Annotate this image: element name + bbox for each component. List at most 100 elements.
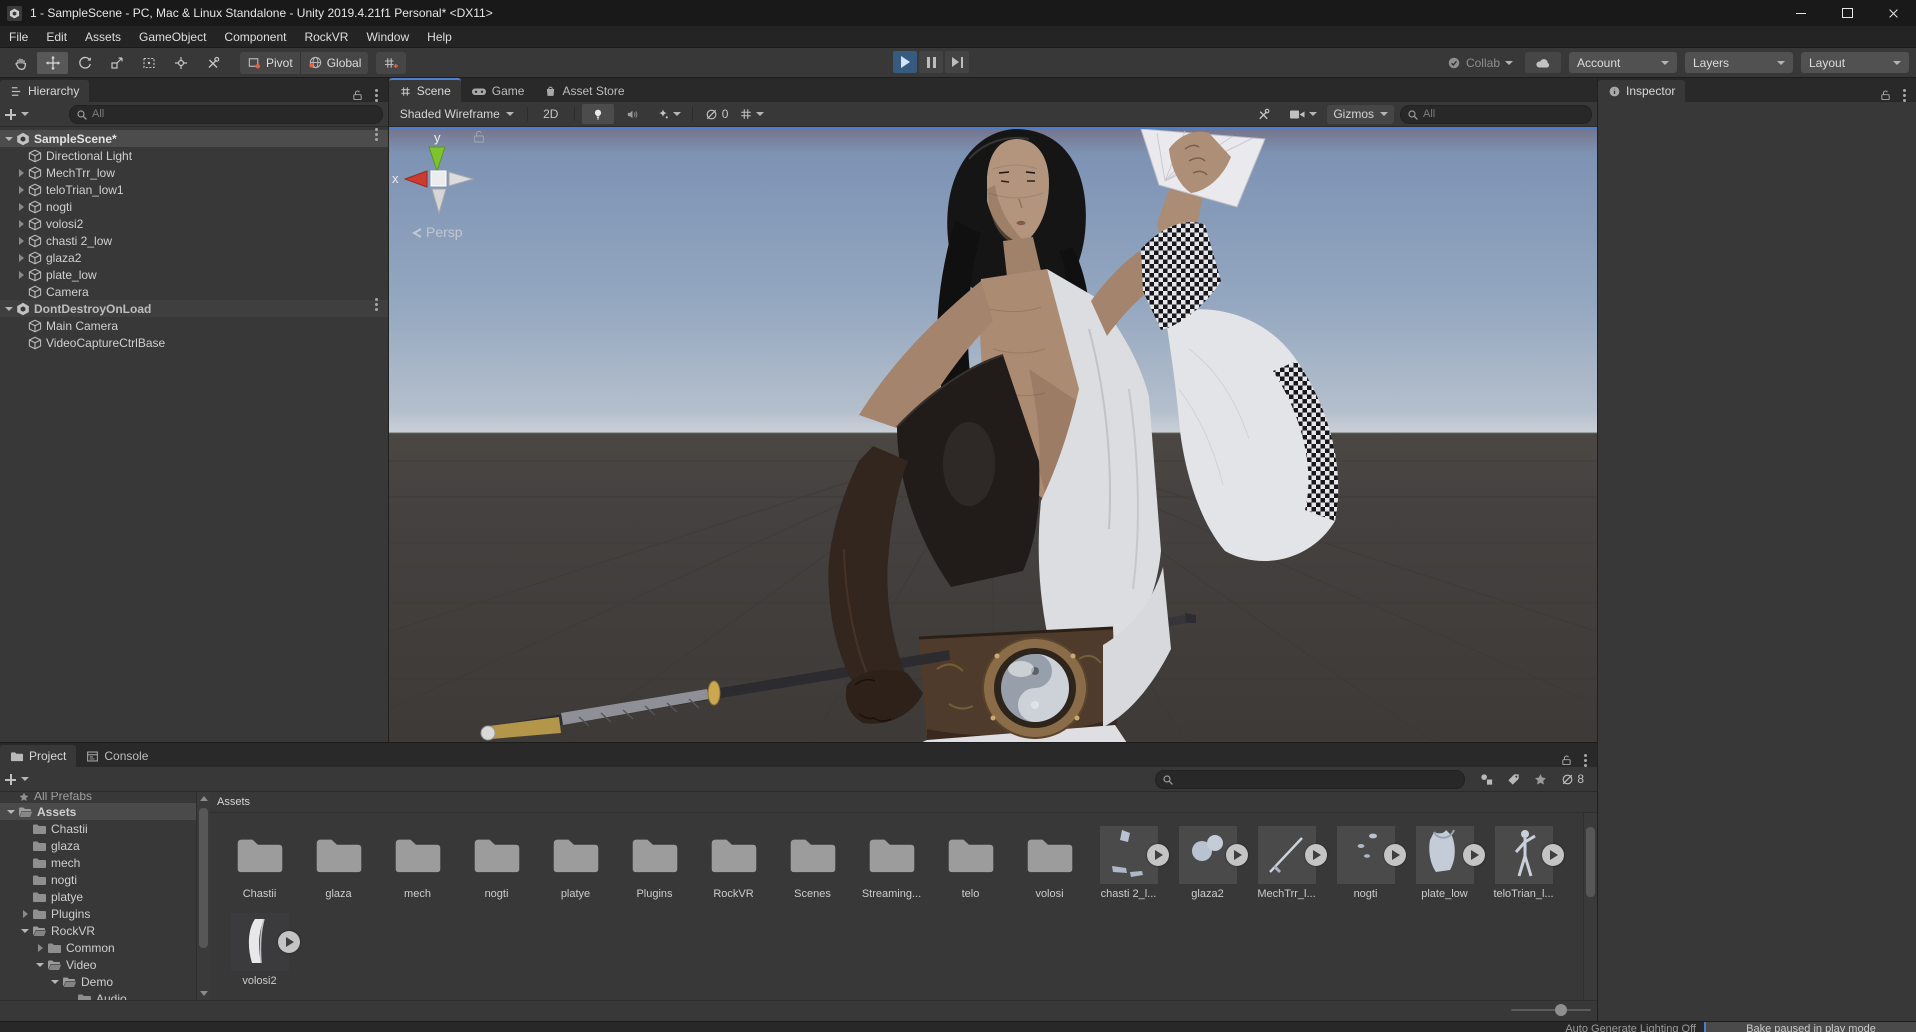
effects-dropdown[interactable] (652, 104, 685, 124)
hierarchy-item[interactable]: Main Camera (0, 317, 388, 334)
play-badge-icon[interactable] (1225, 844, 1248, 866)
menu-gameobject[interactable]: GameObject (130, 30, 215, 44)
account-dropdown[interactable]: Account (1569, 52, 1677, 73)
kebab-menu-icon[interactable] (374, 303, 378, 306)
asset-item-prefab[interactable]: chasti 2_l... (1089, 826, 1169, 900)
step-button[interactable] (945, 51, 969, 73)
kebab-menu-icon[interactable] (1903, 94, 1906, 97)
hierarchy-item-dontdestroyonload[interactable]: DontDestroyOnLoad (0, 300, 388, 317)
layers-dropdown[interactable]: Layers (1685, 52, 1793, 73)
tree-item[interactable]: platye (0, 888, 196, 905)
tree-item[interactable]: RockVR (0, 922, 196, 939)
asset-item-prefab[interactable]: glaza2 (1168, 826, 1248, 900)
kebab-menu-icon[interactable] (1584, 759, 1587, 762)
gizmos-dropdown[interactable]: Gizmos (1327, 104, 1394, 124)
tree-item[interactable]: glaza (0, 837, 196, 854)
gizmo-y-label[interactable]: y (434, 130, 441, 145)
scene-visibility-toggle[interactable]: 0 (700, 104, 733, 124)
tab-console[interactable]: Console (76, 745, 158, 767)
maximize-button[interactable] (1824, 0, 1870, 26)
caret-right-icon[interactable] (37, 943, 43, 952)
gizmo-x-label[interactable]: x (392, 171, 399, 186)
hierarchy-item[interactable]: Camera (0, 283, 388, 300)
scene-viewport[interactable]: y x Persp (388, 127, 1597, 742)
favorites-item[interactable]: All Prefabs (0, 792, 196, 803)
tree-item[interactable]: Audio (0, 990, 196, 1000)
projection-label[interactable]: Persp (426, 224, 463, 240)
play-badge-icon[interactable] (277, 931, 300, 953)
asset-item-prefab[interactable]: MechTrr_l... (1247, 826, 1327, 900)
menu-rockvr[interactable]: RockVR (295, 30, 357, 44)
caret-right-icon[interactable] (18, 270, 24, 279)
lock-icon[interactable] (1560, 754, 1573, 767)
layout-dropdown[interactable]: Layout (1801, 52, 1909, 73)
scroll-up-icon[interactable] (200, 796, 208, 801)
asset-item-folder[interactable]: mech (378, 826, 457, 900)
tree-item[interactable]: Chastii (0, 820, 196, 837)
cloud-button[interactable] (1525, 52, 1561, 73)
close-button[interactable] (1870, 0, 1916, 26)
menu-assets[interactable]: Assets (76, 30, 130, 44)
asset-item-folder[interactable]: glaza (299, 826, 378, 900)
caret-right-icon[interactable] (18, 236, 24, 245)
caret-down-icon[interactable] (36, 962, 44, 967)
tree-item[interactable]: Demo (0, 973, 196, 990)
project-search[interactable] (1155, 769, 1466, 789)
kebab-menu-icon[interactable] (374, 94, 378, 97)
search-by-type-icon[interactable] (1479, 772, 1494, 787)
global-toggle[interactable]: Global (299, 51, 369, 74)
orientation-gizmo[interactable]: y x Persp (389, 129, 489, 241)
hierarchy-item[interactable]: volosi2 (0, 215, 388, 232)
asset-item-folder[interactable]: Plugins (615, 826, 694, 900)
add-object-button[interactable] (5, 108, 29, 120)
camera-tools-button[interactable] (1247, 104, 1279, 124)
hierarchy-item[interactable]: VideoCaptureCtrlBase (0, 334, 388, 351)
minimize-button[interactable] (1778, 0, 1824, 26)
play-badge-icon[interactable] (1541, 844, 1564, 866)
tree-item[interactable]: nogti (0, 871, 196, 888)
scrollbar-thumb[interactable] (1586, 827, 1595, 897)
asset-item-prefab[interactable]: volosi2 (220, 913, 300, 987)
caret-down-icon[interactable] (7, 809, 15, 814)
asset-item-prefab[interactable]: teloTrian_l... (1484, 826, 1564, 900)
lock-icon[interactable] (1879, 89, 1892, 102)
menu-help[interactable]: Help (418, 30, 461, 44)
hierarchy-item[interactable]: Directional Light (0, 147, 388, 164)
tab-inspector[interactable]: Inspector (1598, 80, 1686, 102)
scene-search-input[interactable] (1421, 107, 1585, 121)
caret-right-icon[interactable] (18, 253, 24, 262)
tab-asset-store[interactable]: Asset Store (534, 80, 634, 102)
asset-item-folder[interactable]: Chastii (220, 826, 299, 900)
tab-hierarchy[interactable]: Hierarchy (0, 80, 90, 102)
lock-icon[interactable] (473, 130, 484, 143)
slider-thumb[interactable] (1555, 1004, 1567, 1016)
asset-item-folder[interactable]: nogti (457, 826, 536, 900)
tab-game[interactable]: Game (461, 80, 535, 102)
2d-toggle[interactable]: 2D (535, 104, 567, 124)
play-badge-icon[interactable] (1462, 844, 1485, 866)
hierarchy-item[interactable]: chasti 2_low (0, 232, 388, 249)
asset-item-prefab[interactable]: nogti (1326, 826, 1406, 900)
scene-grid-dropdown[interactable] (735, 104, 768, 124)
search-by-label-icon[interactable] (1506, 772, 1521, 787)
tree-item[interactable]: Common (0, 939, 196, 956)
lock-icon[interactable] (351, 89, 364, 102)
collab-dropdown[interactable]: Collab (1443, 56, 1517, 70)
menu-window[interactable]: Window (357, 30, 418, 44)
tab-scene[interactable]: Scene (388, 78, 461, 102)
play-badge-icon[interactable] (1383, 844, 1406, 866)
caret-right-icon[interactable] (18, 168, 24, 177)
play-badge-icon[interactable] (1304, 844, 1327, 866)
move-tool-button[interactable] (37, 51, 68, 74)
caret-down-icon[interactable] (21, 928, 29, 933)
tree-item[interactable]: mech (0, 854, 196, 871)
asset-item-folder[interactable]: telo (931, 826, 1010, 900)
play-badge-icon[interactable] (1146, 844, 1169, 866)
hierarchy-item[interactable]: glaza2 (0, 249, 388, 266)
asset-item-folder[interactable]: platye (536, 826, 615, 900)
custom-tool-button[interactable] (197, 52, 228, 74)
caret-right-icon[interactable] (18, 202, 24, 211)
auto-generate-lighting-button[interactable]: Auto Generate Lighting Off (1565, 1022, 1696, 1032)
tree-item[interactable]: Plugins (0, 905, 196, 922)
tree-scrollbar[interactable] (196, 792, 210, 1000)
